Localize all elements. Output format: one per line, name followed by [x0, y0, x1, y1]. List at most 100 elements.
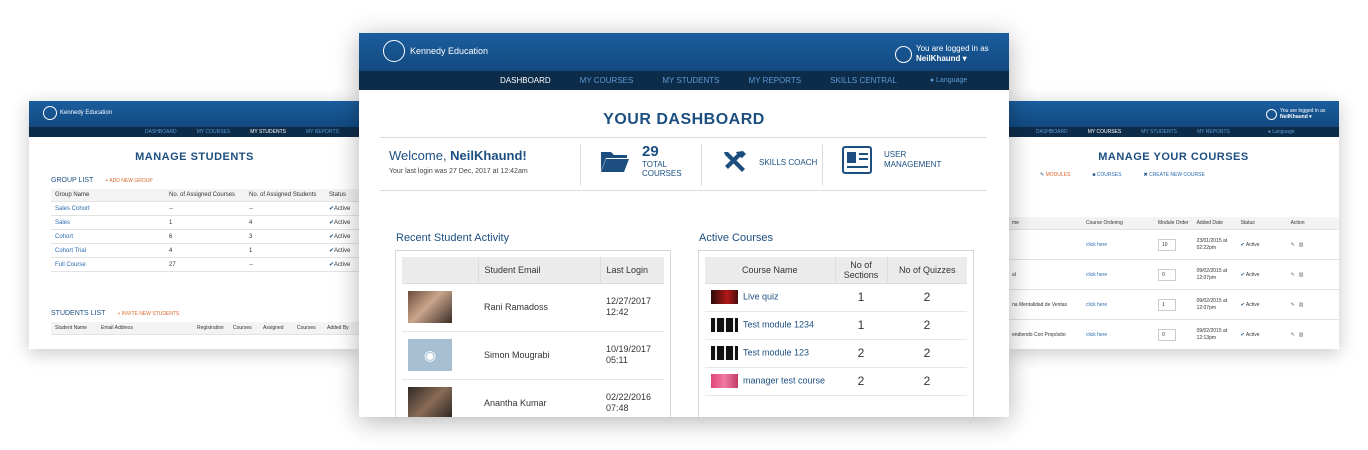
group-name-link[interactable]: Cohort: [51, 229, 165, 244]
st-col-courses: Courses: [229, 322, 259, 335]
module-order-input[interactable]: 0: [1158, 328, 1176, 341]
nav-skills-central[interactable]: SKILLS CENTRAL: [830, 76, 897, 85]
main-logged-in: You are logged in as: [916, 44, 989, 53]
course-row[interactable]: Test module 123 2 2: [705, 339, 967, 368]
right-login[interactable]: You are logged in as NeilKhaund ▾: [1266, 108, 1325, 120]
course-sections: 1: [835, 283, 887, 312]
trash-icon[interactable]: ▥: [1299, 272, 1304, 278]
group-row: Sales 1 4 ✔Active: [51, 215, 360, 230]
student-photo: [408, 291, 452, 323]
tab-modules[interactable]: ✎ MODULES: [1040, 172, 1070, 178]
course-status: ✔ Active: [1236, 259, 1287, 290]
group-col-courses: No. of Assigned Courses: [165, 189, 245, 202]
rc-col-action: Action: [1286, 217, 1339, 230]
module-order-input[interactable]: 0: [1158, 268, 1176, 281]
group-name-link[interactable]: Full Course: [51, 257, 165, 272]
total-courses-count: 29: [642, 143, 659, 160]
left-nav-dashboard[interactable]: DASHBOARD: [145, 129, 177, 135]
nav-my-students[interactable]: MY STUDENTS: [662, 76, 719, 85]
left-page-title: MANAGE STUDENTS: [135, 151, 254, 163]
course-name-link[interactable]: Live quiz: [743, 291, 779, 301]
trash-icon[interactable]: ▥: [1299, 242, 1304, 248]
course-quizzes: 2: [887, 367, 967, 396]
edit-icon[interactable]: ✎: [1291, 272, 1295, 278]
group-col-status: Status: [325, 189, 360, 202]
nav-language[interactable]: ● Language: [930, 77, 967, 84]
last-login-value: 02/22/2016 07:48: [600, 379, 664, 417]
module-order-input[interactable]: 1: [1158, 298, 1176, 311]
rc-col-status: Status: [1236, 217, 1287, 230]
id-card-icon: [842, 146, 872, 174]
activity-row[interactable]: Rani Ramadoss 12/27/2017 12:42: [402, 283, 664, 332]
student-thumb-cell: [402, 379, 478, 417]
module-order-cell: 0: [1154, 319, 1193, 349]
course-name-link[interactable]: Test module 123: [743, 347, 809, 357]
click-here-link[interactable]: click here: [1082, 259, 1154, 290]
course-quizzes: 2: [887, 311, 967, 340]
course-row[interactable]: Test module 1234 1 2: [705, 311, 967, 340]
ra-col-login: Last Login: [600, 257, 664, 284]
edit-icon[interactable]: ✎: [1291, 242, 1295, 248]
right-nav-reports[interactable]: MY REPORTS: [1197, 129, 1230, 135]
logo-icon: [43, 106, 57, 120]
left-nav-reports[interactable]: MY REPORTS: [306, 129, 339, 135]
trash-icon[interactable]: ▥: [1299, 302, 1304, 308]
trash-icon[interactable]: ▥: [1299, 332, 1304, 338]
right-nav-dashboard[interactable]: DASHBOARD: [1036, 129, 1068, 135]
management-label: MANAGEMENT: [884, 160, 942, 169]
invite-students-link[interactable]: + INVITE NEW STUDENTS: [117, 311, 179, 317]
right-nav-courses[interactable]: MY COURSES: [1088, 129, 1122, 135]
nav-my-reports[interactable]: MY REPORTS: [749, 76, 802, 85]
total-courses-widget[interactable]: 29 TOTAL COURSES: [600, 144, 682, 178]
st-col-email: Email Address: [97, 322, 193, 335]
edit-icon[interactable]: ✎: [1291, 302, 1295, 308]
status-text: Active: [1245, 301, 1260, 308]
group-status: ✔Active: [325, 257, 360, 272]
right-page-title: MANAGE YOUR COURSES: [1098, 151, 1249, 163]
nav-dashboard[interactable]: DASHBOARD: [500, 76, 551, 85]
course-name-link[interactable]: Test module 1234: [743, 319, 814, 329]
globe-icon: ●: [929, 77, 935, 84]
click-here-link[interactable]: click here: [1082, 229, 1154, 260]
user-management-widget[interactable]: USER MANAGEMENT: [842, 146, 941, 174]
group-status: ✔Active: [325, 215, 360, 230]
activity-row[interactable]: ◉ Simon Mougrabi 10/19/2017 05:11: [402, 331, 664, 380]
right-nav-language[interactable]: ● Language: [1268, 129, 1295, 135]
students-list-heading: STUDENTS LIST: [51, 310, 106, 317]
course-thumb: [711, 290, 738, 304]
tab-create-course[interactable]: ✖ CREATE NEW COURSE: [1143, 172, 1204, 178]
logo-icon: [383, 40, 405, 62]
course-name-link[interactable]: manager test course: [743, 375, 825, 385]
student-name: Anantha Kumar: [478, 379, 600, 417]
group-students-count: 3: [245, 229, 325, 244]
total-label: TOTAL: [642, 160, 668, 169]
added-date: 09/02/2015 at 12:13pm: [1192, 319, 1237, 349]
course-name-cell: manager test course: [705, 367, 835, 396]
module-order-input[interactable]: 10: [1158, 238, 1176, 251]
course-row[interactable]: manager test course 2 2: [705, 367, 967, 396]
group-table: Group Name No. of Assigned Courses No. o…: [51, 189, 360, 272]
group-name-link[interactable]: Cohort Trial: [51, 243, 165, 258]
course-quizzes: 2: [887, 283, 967, 312]
nav-my-courses[interactable]: MY COURSES: [580, 76, 634, 85]
left-nav-students[interactable]: MY STUDENTS: [250, 129, 286, 135]
left-nav-courses[interactable]: MY COURSES: [197, 129, 231, 135]
dashboard-title: YOUR DASHBOARD: [603, 111, 765, 128]
course-row[interactable]: Live quiz 1 2: [705, 283, 967, 312]
main-login[interactable]: You are logged in as NeilKhaund ▾: [895, 44, 989, 64]
group-name-link[interactable]: Sales Cohort: [51, 201, 165, 216]
click-here-link[interactable]: click here: [1082, 319, 1154, 349]
add-group-link[interactable]: + ADD NEW GROUP: [105, 178, 152, 184]
skills-coach-widget[interactable]: SKILLS COACH: [721, 149, 817, 175]
status-text: Active: [1245, 271, 1260, 278]
activity-row[interactable]: Anantha Kumar 02/22/2016 07:48: [402, 379, 664, 417]
right-nav-students[interactable]: MY STUDENTS: [1141, 129, 1177, 135]
last-login-text: Your last login was 27 Dec, 2017 at 12:4…: [389, 168, 528, 175]
click-here-link[interactable]: click here: [1082, 289, 1154, 320]
added-date: 09/02/2015 at 12:07pm: [1192, 259, 1237, 290]
tab-courses[interactable]: ■ COURSES: [1092, 172, 1121, 178]
group-name-link[interactable]: Sales: [51, 215, 165, 230]
students-table: Student Name Email Address Registration …: [51, 322, 360, 335]
status-text: Active: [334, 248, 351, 254]
edit-icon[interactable]: ✎: [1291, 332, 1295, 338]
